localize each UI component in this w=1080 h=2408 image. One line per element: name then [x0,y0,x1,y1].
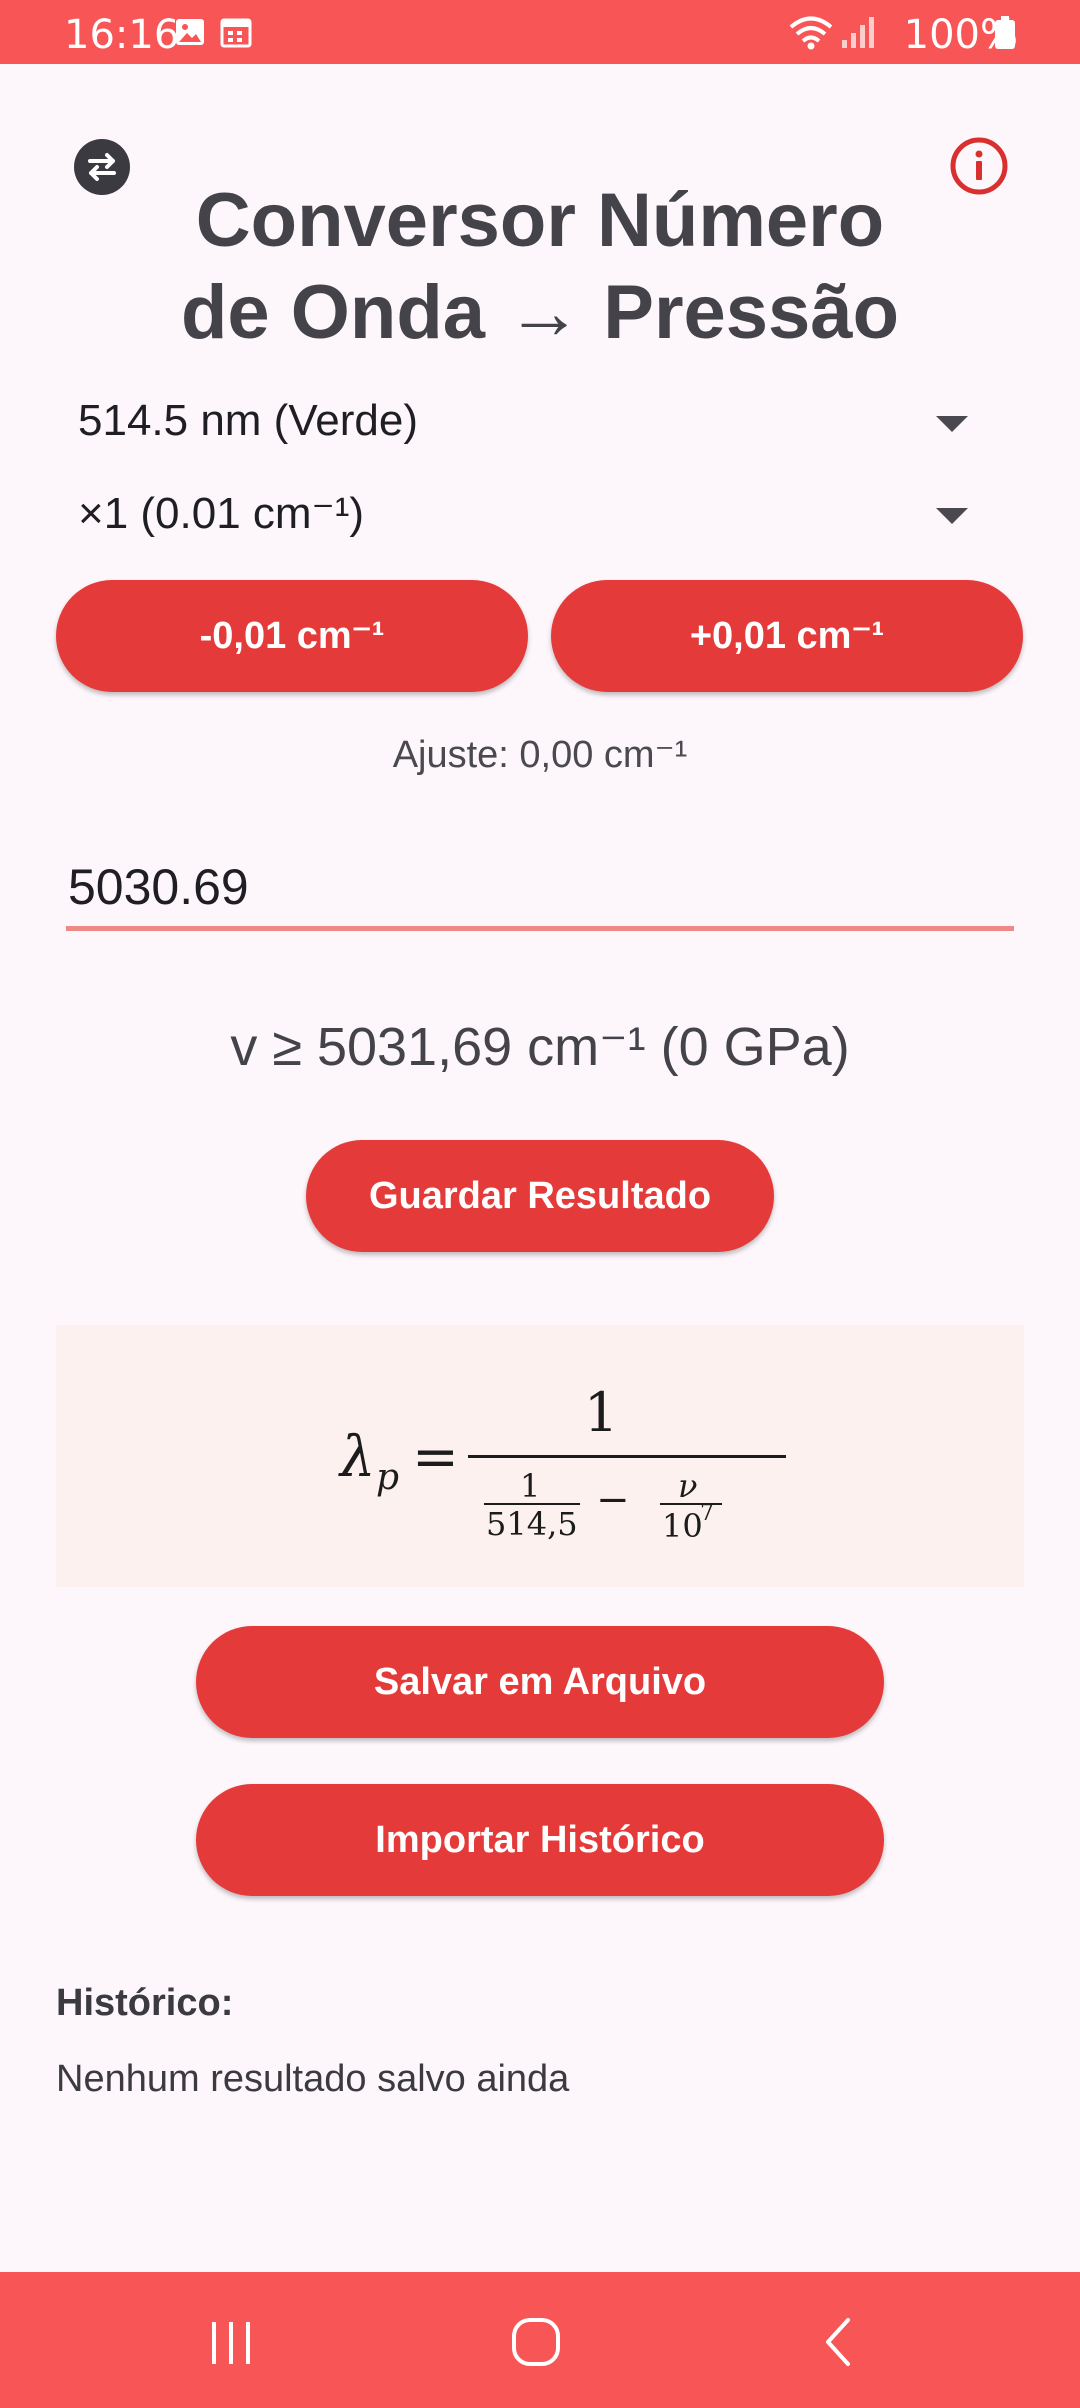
recent-apps-icon[interactable] [206,2318,256,2368]
formula-main-fraction-bar [468,1455,786,1458]
page-title: Conversor Número de Onda → Pressão [0,175,1080,359]
increment-button[interactable]: +0,01 cm⁻¹ [551,580,1023,692]
result-text: v ≥ 5031,69 cm⁻¹ (0 GPa) [230,1017,850,1077]
title-line-2: de Onda → Pressão [180,270,900,355]
laser-dropdown[interactable]: 514.5 nm (Verde) [78,396,978,466]
status-bar: 16:16 100% [0,0,1080,64]
formula-ten: 10 [662,1507,703,1545]
gallery-icon [176,19,204,45]
title-line-1: Conversor Número [195,178,885,263]
save-result-button[interactable]: Guardar Resultado [306,1140,774,1252]
adjust-text: Ajuste: 0,00 cm⁻¹ [392,734,688,776]
history-title: Histórico: [56,1982,234,2024]
save-file-button[interactable]: Salvar em Arquivo [196,1626,884,1738]
formula-panel: λ p = 1 1 514,5 − ν 10 7 [56,1325,1024,1587]
formula-equals: = [412,1425,459,1490]
import-history-button[interactable]: Importar Histórico [196,1784,884,1896]
formula-lambda-subscript: p [376,1457,400,1498]
wifi-icon [789,16,833,50]
battery-icon [995,16,1015,49]
signal-icon [842,17,874,48]
chevron-down-icon [936,508,968,524]
step-dropdown-value: ×1 (0.01 cm⁻¹) [78,489,365,538]
formula-nu: ν [678,1467,698,1505]
formula-inner-numerator: 1 [520,1467,541,1505]
formula-lambda: λ [340,1425,376,1490]
status-time: 16:16 [64,12,180,58]
home-icon[interactable] [510,2316,562,2368]
formula-inner-denominator: 514,5 [486,1505,578,1543]
formula-exponent: 7 [700,1501,714,1526]
formula-minus: − [596,1477,630,1523]
input-underline [66,926,1014,931]
laser-dropdown-value: 514.5 nm (Verde) [78,396,418,445]
navigation-bar [0,2272,1080,2408]
formula-numerator: 1 [584,1381,619,1444]
back-icon[interactable] [818,2316,858,2368]
decrement-button[interactable]: -0,01 cm⁻¹ [56,580,528,692]
history-empty-text: Nenhum resultado salvo ainda [56,2058,570,2100]
step-dropdown[interactable]: ×1 (0.01 cm⁻¹) [78,488,978,558]
chevron-down-icon [936,416,968,432]
wavenumber-input-value: 5030.69 [68,859,249,915]
calendar-icon [220,18,252,48]
